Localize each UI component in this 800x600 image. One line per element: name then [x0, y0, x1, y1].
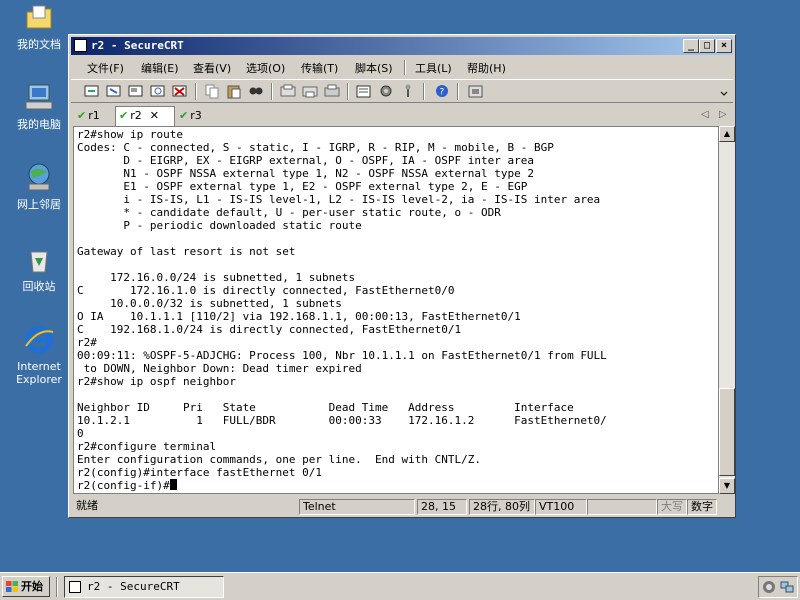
status-bar: 就绪 Telnet 28, 15 28行, 80列 VT100 大写 数字 [71, 498, 733, 516]
desktop-icon-label: 我的文档 [17, 38, 61, 51]
status-caps-lock: 大写 [657, 499, 687, 515]
scroll-down-icon[interactable]: ▼ [719, 478, 735, 494]
tab-scroll-left-icon[interactable]: ◁ [701, 109, 709, 120]
scroll-thumb[interactable] [719, 388, 735, 476]
svg-text:?: ? [440, 88, 445, 98]
menu-view[interactable]: 查看(V) [193, 60, 231, 76]
toolbar-separator [457, 83, 459, 100]
copy-icon[interactable] [203, 83, 221, 99]
connected-check-icon: ✔ [119, 109, 129, 122]
desktop-icon-label: 回收站 [22, 280, 56, 293]
toolbar-chevron-icon[interactable] [719, 83, 729, 99]
desktop-icon-my-computer[interactable]: 我的电脑 [6, 82, 72, 131]
taskbar-button-securecrt[interactable]: r2 - SecureCRT [64, 576, 224, 598]
reconnect-icon[interactable] [149, 83, 167, 99]
toolbar-separator [423, 83, 425, 100]
tab-scroll-right-icon[interactable]: ▷ [719, 109, 727, 120]
internet-explorer-icon [23, 324, 55, 356]
disconnect-icon[interactable] [171, 83, 189, 99]
taskbar-separator [56, 577, 58, 597]
menu-help[interactable]: 帮助(H) [467, 60, 506, 76]
securecrt-window: r2 - SecureCRT _ □ × 文件(F) 编辑(E) 查看(V) 选… [68, 34, 736, 518]
window-title: r2 - SecureCRT [91, 39, 184, 52]
print-screen-icon[interactable] [279, 83, 297, 99]
tab-r2[interactable]: ✔ r2 ✕ [115, 106, 175, 126]
vertical-scrollbar[interactable]: ▲ ▼ [719, 126, 735, 494]
session-options-icon[interactable] [355, 83, 373, 99]
terminal-area[interactable]: r2#show ip route Codes: C - connected, S… [73, 126, 719, 494]
keymap-icon[interactable] [399, 83, 417, 99]
menu-separator [404, 60, 406, 75]
folder-icon [23, 2, 55, 34]
desktop-icon-recycle-bin[interactable]: 回收站 [6, 244, 72, 293]
tab-label: r2 [130, 109, 142, 122]
toolbar-separator [347, 83, 349, 100]
windows-logo-icon [6, 581, 18, 592]
menu-tools[interactable]: 工具(L) [415, 60, 452, 76]
close-tab-icon[interactable]: ✕ [150, 109, 159, 122]
quick-connect-icon[interactable] [105, 83, 123, 99]
paste-icon[interactable] [225, 83, 243, 99]
scroll-up-icon[interactable]: ▲ [719, 126, 735, 142]
desktop-icon-internet-explorer[interactable]: Internet Explorer [6, 324, 72, 386]
help-icon[interactable]: ? [433, 83, 451, 99]
print-selection-icon[interactable] [301, 83, 319, 99]
computer-icon [23, 82, 55, 114]
global-options-icon[interactable] [377, 83, 395, 99]
status-protocol: Telnet [299, 499, 415, 515]
system-tray [758, 576, 798, 598]
connect-icon[interactable] [83, 83, 101, 99]
menu-bar: 文件(F) 编辑(E) 查看(V) 选项(O) 传输(T) 脚本(S) 工具(L… [71, 57, 733, 77]
connected-check-icon: ✔ [77, 109, 87, 122]
connected-check-icon: ✔ [179, 109, 189, 122]
app-icon [74, 39, 87, 52]
app-icon [69, 581, 81, 593]
tray-network-icon[interactable] [780, 580, 794, 594]
about-icon[interactable] [467, 83, 485, 99]
toolbar-separator [271, 83, 273, 100]
menu-transfer[interactable]: 传输(T) [301, 60, 338, 76]
tab-r1[interactable]: ✔ r1 [77, 107, 115, 125]
recycle-bin-icon [23, 244, 55, 276]
desktop-icon-my-documents[interactable]: 我的文档 [6, 2, 72, 51]
print-icon[interactable] [323, 83, 341, 99]
tray-status-icon[interactable] [762, 580, 776, 594]
window-titlebar[interactable]: r2 - SecureCRT _ □ × [71, 37, 733, 55]
start-button[interactable]: 开始 [2, 576, 50, 597]
status-num-lock: 数字 [687, 499, 717, 515]
desktop-icon-label: 我的电脑 [17, 118, 61, 131]
taskbar: 开始 r2 - SecureCRT [0, 572, 800, 600]
connect-in-tab-icon[interactable] [127, 83, 145, 99]
tab-label: r3 [190, 109, 202, 122]
desktop-icon-label: Internet Explorer [16, 360, 62, 386]
toolbar-separator [195, 83, 197, 100]
status-cursor-position: 28, 15 [417, 499, 467, 515]
status-terminal-size: 28行, 80列 [469, 499, 535, 515]
terminal-output: r2#show ip route Codes: C - connected, S… [77, 128, 607, 492]
start-label: 开始 [21, 580, 43, 593]
menu-file[interactable]: 文件(F) [87, 60, 124, 76]
minimize-button[interactable]: _ [683, 39, 699, 53]
status-emulation: VT100 [535, 499, 587, 515]
desktop-icon-label: 网上邻居 [17, 198, 61, 211]
close-button[interactable]: × [716, 39, 732, 53]
terminal-cursor [169, 479, 177, 490]
status-ready: 就绪 [76, 499, 98, 512]
desktop-icon-network[interactable]: 网上邻居 [6, 162, 72, 211]
tab-label: r1 [88, 109, 100, 122]
toolbar: ? [71, 79, 733, 103]
find-icon[interactable] [247, 83, 265, 99]
maximize-button[interactable]: □ [699, 39, 715, 53]
menu-edit[interactable]: 编辑(E) [141, 60, 179, 76]
taskbar-button-label: r2 - SecureCRT [87, 580, 180, 593]
session-tabs: ✔ r1 ✔ r2 ✕ ✔ r3 ◁ ▷ [71, 105, 733, 126]
menu-options[interactable]: 选项(O) [246, 60, 285, 76]
network-globe-icon [23, 162, 55, 194]
menu-script[interactable]: 脚本(S) [355, 60, 393, 76]
status-empty-panel [587, 499, 657, 515]
tab-r3[interactable]: ✔ r3 [179, 107, 217, 125]
